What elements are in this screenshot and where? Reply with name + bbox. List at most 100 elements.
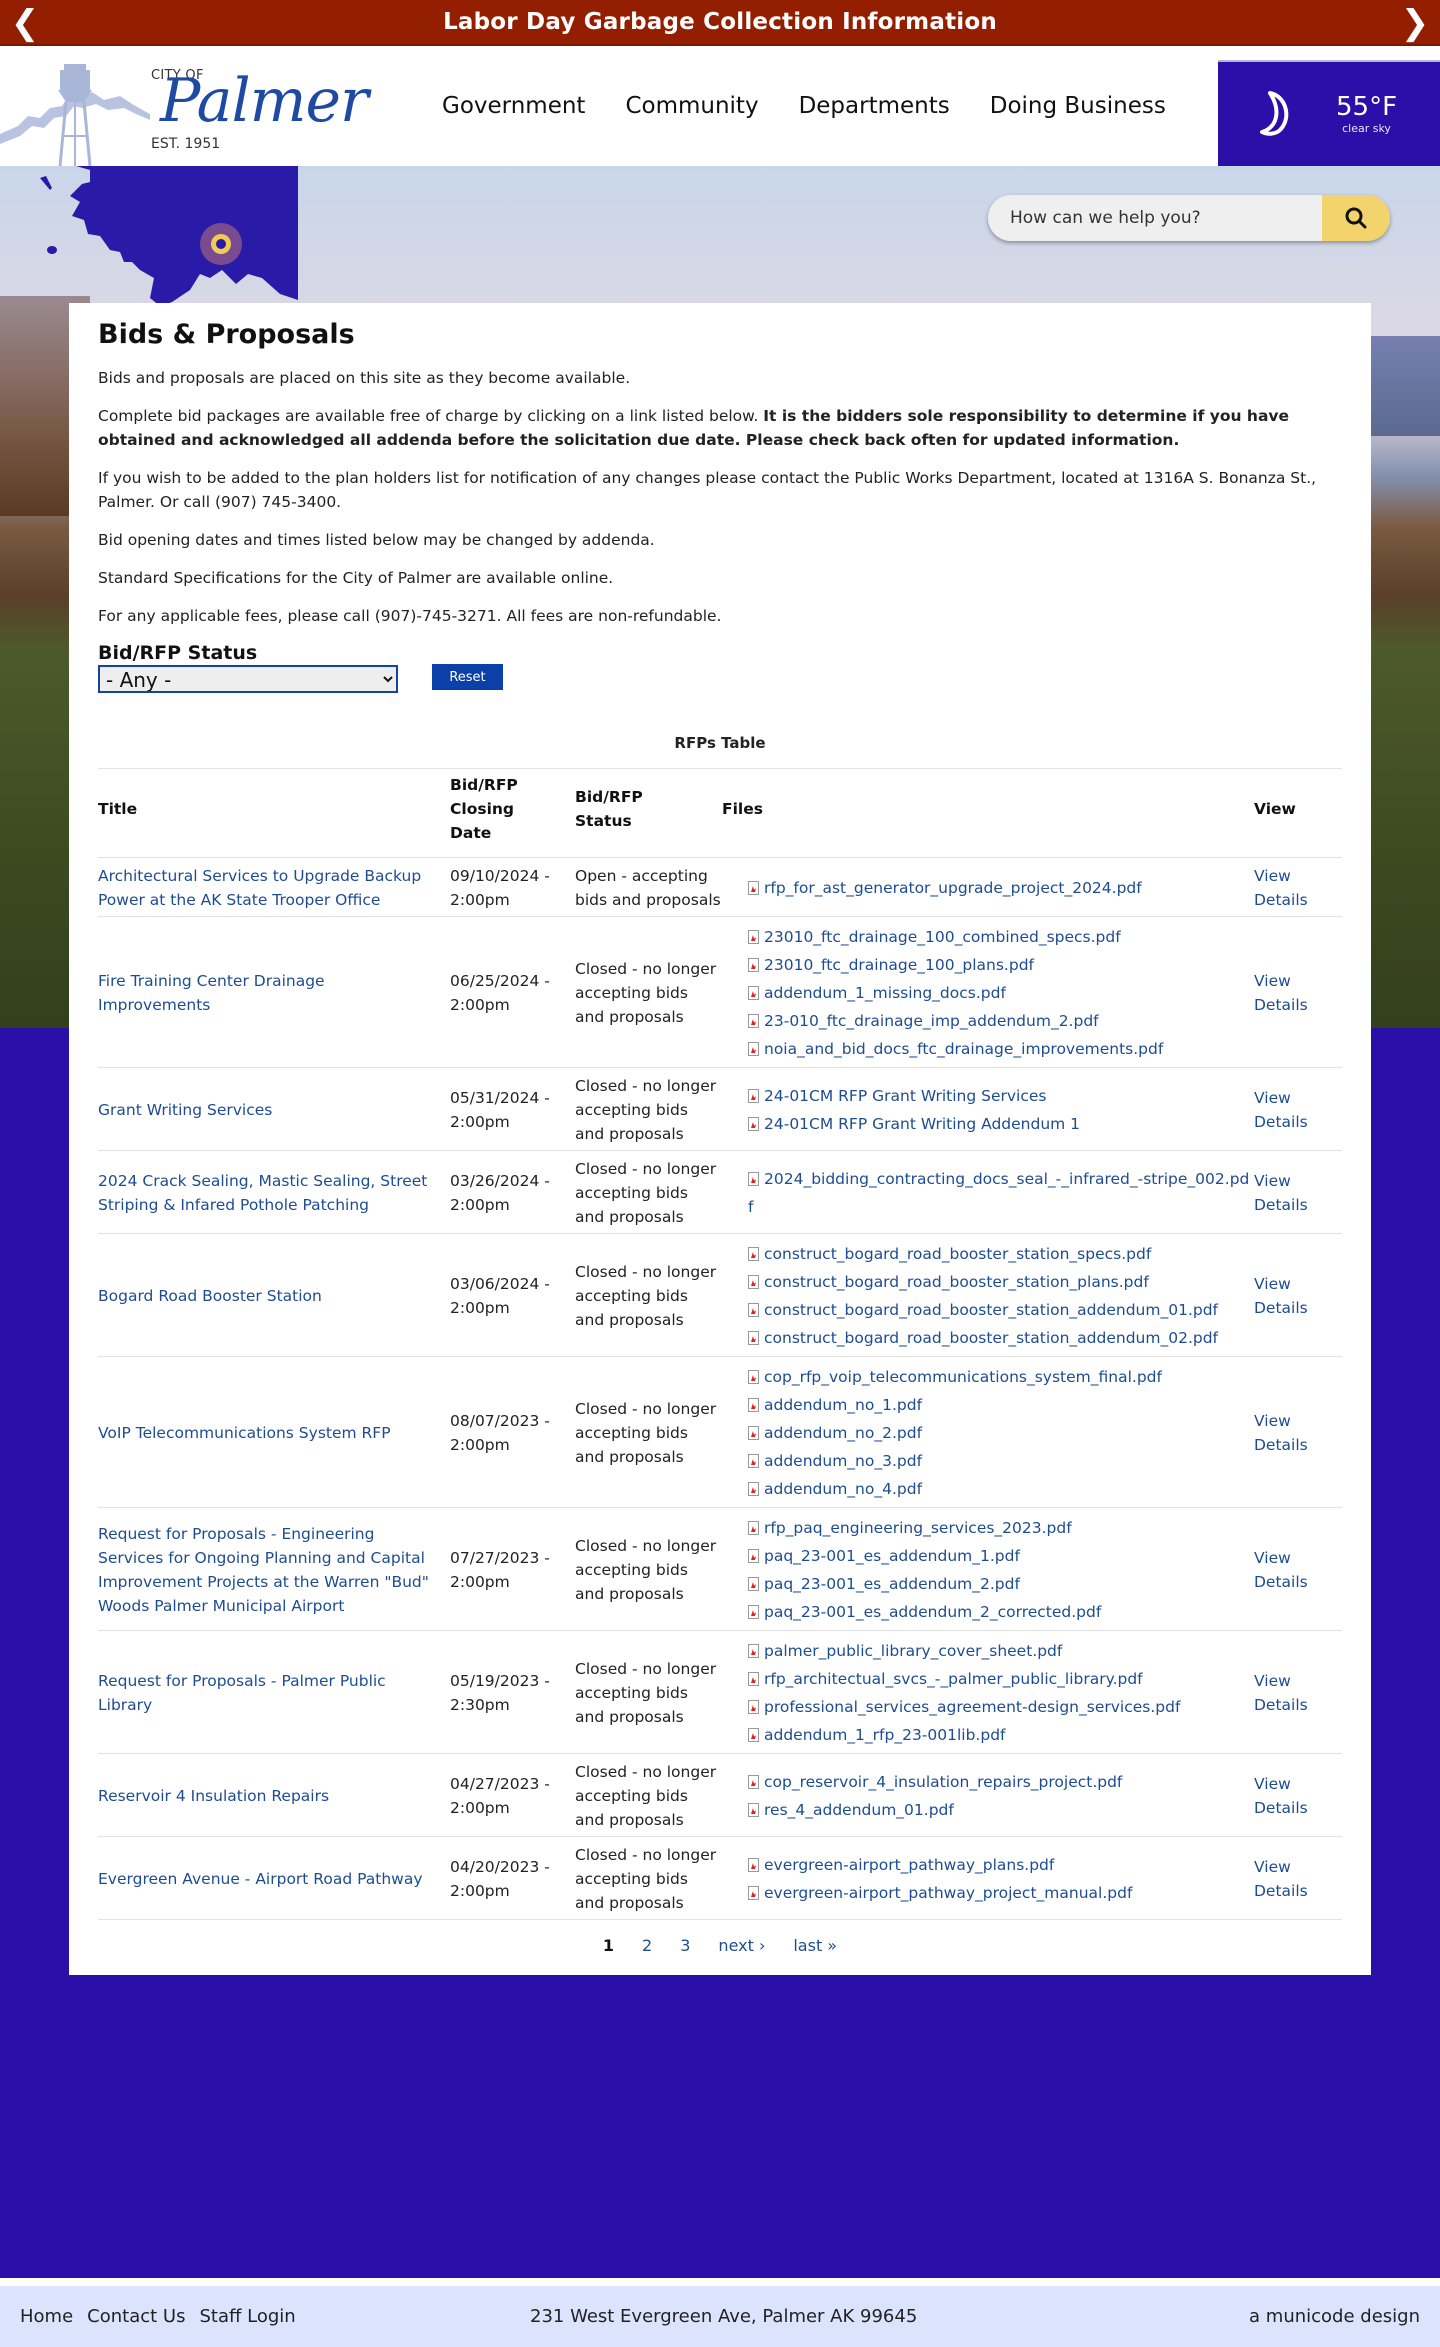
file-link[interactable]: rfp_paq_engineering_services_2023.pdf xyxy=(748,1514,1254,1542)
view-details-link[interactable]: View Details xyxy=(1254,1672,1308,1714)
rfp-title-link[interactable]: Grant Writing Services xyxy=(98,1101,272,1119)
file-link[interactable]: addendum_no_3.pdf xyxy=(748,1447,1254,1475)
main-nav: Government Community Departments Doing B… xyxy=(390,46,1218,166)
files-cell: rfp_for_ast_generator_upgrade_project_20… xyxy=(722,857,1254,917)
closing-date-cell: 04/27/2023 - 2:00pm xyxy=(450,1753,575,1837)
rfp-title-link[interactable]: Request for Proposals - Engineering Serv… xyxy=(98,1525,429,1615)
table-row: Reservoir 4 Insulation Repairs 04/27/2023… xyxy=(98,1753,1342,1837)
nav-doing-business[interactable]: Doing Business xyxy=(990,93,1166,119)
search-input[interactable] xyxy=(988,195,1322,241)
file-link[interactable]: 23-010_ftc_drainage_imp_addendum_2.pdf xyxy=(748,1007,1254,1035)
files-cell: palmer_public_library_cover_sheet.pdf rfp… xyxy=(722,1630,1254,1754)
file-link[interactable]: paq_23-001_es_addendum_2.pdf xyxy=(748,1570,1254,1598)
reset-button[interactable]: Reset xyxy=(432,664,503,690)
nav-departments[interactable]: Departments xyxy=(799,93,950,119)
file-name: rfp_for_ast_generator_upgrade_project_20… xyxy=(764,879,1142,897)
pager-next[interactable]: next › xyxy=(718,1936,765,1955)
rfp-title-link[interactable]: Architectural Services to Upgrade Backup… xyxy=(98,867,421,909)
view-details-link[interactable]: View Details xyxy=(1254,1412,1308,1454)
file-link[interactable]: addendum_no_2.pdf xyxy=(748,1419,1254,1447)
closing-date-cell: 07/27/2023 - 2:00pm xyxy=(450,1507,575,1631)
file-link[interactable]: rfp_for_ast_generator_upgrade_project_20… xyxy=(748,874,1254,902)
file-link[interactable]: cop_rfp_voip_telecommunications_system_f… xyxy=(748,1363,1254,1391)
view-details-link[interactable]: View Details xyxy=(1254,867,1308,909)
file-link[interactable]: palmer_public_library_cover_sheet.pdf xyxy=(748,1637,1254,1665)
view-details-link[interactable]: View Details xyxy=(1254,1089,1308,1131)
file-link[interactable]: construct_bogard_road_booster_station_ad… xyxy=(748,1324,1254,1352)
file-link[interactable]: cop_reservoir_4_insulation_repairs_proje… xyxy=(748,1768,1254,1796)
rfp-title-link[interactable]: Evergreen Avenue - Airport Road Pathway xyxy=(98,1870,423,1888)
pdf-file-icon xyxy=(748,1331,759,1345)
closing-date-cell: 09/10/2024 - 2:00pm xyxy=(450,857,575,917)
header-closing-date[interactable]: Bid/RFP Closing Date xyxy=(450,768,575,858)
file-link[interactable]: paq_23-001_es_addendum_2_corrected.pdf xyxy=(748,1598,1254,1626)
header-title[interactable]: Title xyxy=(98,768,450,858)
file-link[interactable]: addendum_1_rfp_23-001lib.pdf xyxy=(748,1721,1254,1749)
file-link[interactable]: 24-01CM RFP Grant Writing Addendum 1 xyxy=(748,1110,1254,1138)
files-cell: cop_rfp_voip_telecommunications_system_f… xyxy=(722,1356,1254,1508)
file-link[interactable]: addendum_no_4.pdf xyxy=(748,1475,1254,1503)
nav-government[interactable]: Government xyxy=(442,93,585,119)
file-name: paq_23-001_es_addendum_2.pdf xyxy=(764,1575,1020,1593)
weather-condition: clear sky xyxy=(1342,121,1391,135)
rfp-title-link[interactable]: Bogard Road Booster Station xyxy=(98,1287,322,1305)
file-link[interactable]: 2024_bidding_contracting_docs_seal_-_inf… xyxy=(748,1165,1254,1221)
site-logo[interactable]: CITY OF Palmer EST. 1951 xyxy=(0,46,390,166)
files-cell: 2024_bidding_contracting_docs_seal_-_inf… xyxy=(722,1150,1254,1234)
status-filter-select[interactable]: - Any - xyxy=(98,665,398,693)
search-button[interactable] xyxy=(1322,195,1390,241)
view-details-link[interactable]: View Details xyxy=(1254,1275,1308,1317)
file-name: evergreen-airport_pathway_project_manual… xyxy=(764,1884,1133,1902)
pdf-file-icon xyxy=(748,1303,759,1317)
file-link[interactable]: construct_bogard_road_booster_station_ad… xyxy=(748,1296,1254,1324)
file-link[interactable]: addendum_1_missing_docs.pdf xyxy=(748,979,1254,1007)
nav-community[interactable]: Community xyxy=(625,93,758,119)
rfp-title-link[interactable]: VoIP Telecommunications System RFP xyxy=(98,1424,391,1442)
file-link[interactable]: paq_23-001_es_addendum_1.pdf xyxy=(748,1542,1254,1570)
file-link[interactable]: professional_services_agreement-design_s… xyxy=(748,1693,1254,1721)
pager-page-3[interactable]: 3 xyxy=(680,1936,690,1955)
footer-contact-link[interactable]: Contact Us xyxy=(87,2306,185,2327)
rfp-title-link[interactable]: Request for Proposals - Palmer Public Li… xyxy=(98,1672,386,1714)
file-link[interactable]: construct_bogard_road_booster_station_sp… xyxy=(748,1240,1254,1268)
header-status[interactable]: Bid/RFP Status xyxy=(575,768,722,858)
title-cell: 2024 Crack Sealing, Mastic Sealing, Stre… xyxy=(98,1150,450,1234)
pdf-file-icon xyxy=(748,1089,759,1103)
file-link[interactable]: evergreen-airport_pathway_project_manual… xyxy=(748,1879,1254,1907)
chevron-right-icon[interactable]: ❯ xyxy=(1392,0,1438,46)
file-link[interactable]: evergreen-airport_pathway_plans.pdf xyxy=(748,1851,1254,1879)
view-details-link[interactable]: View Details xyxy=(1254,1172,1308,1214)
closing-date-cell: 04/20/2023 - 2:00pm xyxy=(450,1836,575,1920)
file-link[interactable]: construct_bogard_road_booster_station_pl… xyxy=(748,1268,1254,1296)
file-link[interactable]: rfp_architectual_svcs_-_palmer_public_li… xyxy=(748,1665,1254,1693)
footer-home-link[interactable]: Home xyxy=(20,2306,73,2327)
file-link[interactable]: 23010_ftc_drainage_100_plans.pdf xyxy=(748,951,1254,979)
footer-credit[interactable]: a municode design xyxy=(1249,2306,1420,2327)
closing-date-cell: 05/19/2023 - 2:30pm xyxy=(450,1630,575,1754)
alert-link[interactable]: Labor Day Garbage Collection Information xyxy=(443,9,997,35)
rfp-title-link[interactable]: 2024 Crack Sealing, Mastic Sealing, Stre… xyxy=(98,1172,427,1214)
footer-staff-login-link[interactable]: Staff Login xyxy=(199,2306,295,2327)
file-name: addendum_no_2.pdf xyxy=(764,1424,923,1442)
pdf-file-icon xyxy=(748,1042,759,1056)
view-details-link[interactable]: View Details xyxy=(1254,972,1308,1014)
file-link[interactable]: 23010_ftc_drainage_100_combined_specs.pd… xyxy=(748,923,1254,951)
hero-mountain-right xyxy=(1369,336,1440,436)
file-name: addendum_1_missing_docs.pdf xyxy=(764,984,1006,1002)
rfp-title-link[interactable]: Reservoir 4 Insulation Repairs xyxy=(98,1787,329,1805)
pager-last[interactable]: last » xyxy=(793,1936,837,1955)
pager-page-2[interactable]: 2 xyxy=(642,1936,652,1955)
rfp-title-link[interactable]: Fire Training Center Drainage Improvemen… xyxy=(98,972,325,1014)
status-cell: Open - accepting bids and proposals xyxy=(575,857,722,917)
file-link[interactable]: noia_and_bid_docs_ftc_drainage_improveme… xyxy=(748,1035,1254,1063)
files-cell: 24-01CM RFP Grant Writing Services 24-01C… xyxy=(722,1067,1254,1151)
view-details-link[interactable]: View Details xyxy=(1254,1858,1308,1900)
file-link[interactable]: addendum_no_1.pdf xyxy=(748,1391,1254,1419)
view-details-link[interactable]: View Details xyxy=(1254,1549,1308,1591)
chevron-left-icon[interactable]: ❮ xyxy=(2,0,48,46)
view-details-link[interactable]: View Details xyxy=(1254,1775,1308,1817)
intro-paragraph-2: If you wish to be added to the plan hold… xyxy=(98,469,1317,511)
file-link[interactable]: 24-01CM RFP Grant Writing Services xyxy=(748,1082,1254,1110)
file-link[interactable]: res_4_addendum_01.pdf xyxy=(748,1796,1254,1824)
pdf-file-icon xyxy=(748,1775,759,1789)
